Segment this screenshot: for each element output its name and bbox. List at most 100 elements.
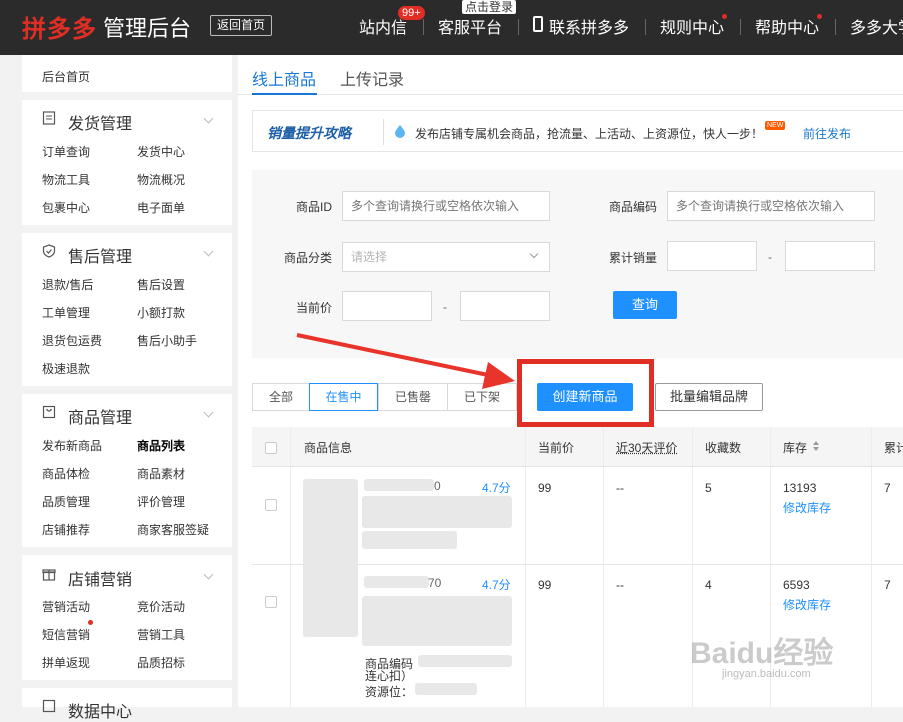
chevron-down-icon[interactable]	[203, 246, 214, 257]
sidebar-item-new-product[interactable]: 发布新商品	[42, 437, 102, 454]
sales-max-input[interactable]	[785, 241, 875, 271]
help-notification-dot	[817, 14, 822, 19]
row-stock: 6593	[783, 578, 810, 592]
row-divider	[252, 466, 903, 467]
sidebar-item-after-sales-settings[interactable]: 售后设置	[137, 276, 185, 293]
sidebar-item-product-list[interactable]: 商品列表	[137, 437, 185, 454]
droplet-icon	[395, 125, 405, 138]
price-label: 当前价	[295, 301, 332, 315]
sidebar-item-home[interactable]: 后台首页	[42, 68, 90, 85]
query-button[interactable]: 查询	[613, 291, 677, 319]
logo-brand[interactable]: 拼多多	[22, 9, 97, 44]
new-badge: NEW	[765, 121, 786, 130]
row-reviews: --	[616, 578, 624, 592]
highlight-box	[517, 359, 654, 427]
row-favorites: 4	[705, 578, 712, 592]
row-sales: 7	[884, 578, 891, 592]
sales-label: 累计销量	[608, 251, 657, 265]
sidebar-item-order-query[interactable]: 订单查询	[42, 143, 90, 160]
promo-banner: 销量提升攻略 发布店铺专属机会商品，抢流量、上活动、上资源位，快人一步！ NEW…	[252, 110, 903, 152]
sidebar-item-quality-bidding[interactable]: 品质招标	[137, 654, 185, 671]
column-divider	[871, 427, 872, 707]
sidebar-item-shipping-center[interactable]: 发货中心	[137, 143, 185, 160]
sidebar-item-tickets[interactable]: 工单管理	[42, 304, 90, 321]
row-checkbox[interactable]	[265, 499, 277, 511]
chevron-down-icon[interactable]	[203, 113, 214, 124]
sidebar-item-product-materials[interactable]: 商品素材	[137, 465, 185, 482]
column-header-reviews[interactable]: 近30天评价	[616, 439, 677, 456]
row-sales: 7	[884, 481, 891, 495]
sidebar-item-product-checkup[interactable]: 商品体检	[42, 465, 90, 482]
nav-customer-service[interactable]: 客服平台	[438, 14, 502, 38]
nav-contact[interactable]: 联系拼多多	[549, 14, 629, 38]
chevron-down-icon[interactable]	[203, 569, 214, 580]
rules-notification-dot	[722, 14, 727, 19]
sort-icon[interactable]	[812, 440, 820, 452]
nav-help[interactable]: 帮助中心	[755, 14, 819, 38]
tab-upload-records[interactable]: 上传记录	[340, 66, 404, 90]
sidebar-item-logistics-overview[interactable]: 物流概况	[137, 171, 185, 188]
sales-min-input[interactable]	[667, 241, 757, 271]
sidebar-item-quality[interactable]: 品质管理	[42, 493, 90, 510]
nav-divider	[740, 19, 741, 35]
sidebar-section-after-sales[interactable]: 售后管理	[68, 243, 132, 267]
back-home-button[interactable]: 返回首页	[210, 15, 272, 36]
sidebar-section-marketing[interactable]: 店铺营销	[68, 566, 132, 590]
range-dash: -	[443, 300, 447, 314]
sidebar-divider	[22, 386, 232, 394]
product-code-input[interactable]	[667, 191, 875, 221]
sidebar-item-cs-sign[interactable]: 商家客服签疑	[137, 521, 209, 538]
sidebar-section-shipping[interactable]: 发货管理	[68, 110, 132, 134]
edit-stock-link[interactable]: 修改库存	[783, 499, 831, 516]
product-score[interactable]: 4.7分	[482, 479, 511, 496]
sidebar-item-bidding[interactable]: 竞价活动	[137, 598, 185, 615]
sidebar-item-store-recommend[interactable]: 店铺推荐	[42, 521, 90, 538]
tab-delisted[interactable]: 已下架	[447, 383, 517, 411]
sidebar-item-small-payment[interactable]: 小额打款	[137, 304, 185, 321]
tab-all[interactable]: 全部	[252, 383, 310, 411]
sidebar-item-package-center[interactable]: 包裹中心	[42, 199, 90, 216]
product-image[interactable]	[303, 479, 358, 637]
price-max-input[interactable]	[460, 291, 550, 321]
sidebar-item-return-shipping[interactable]: 退货包运费	[42, 332, 102, 349]
logo-title: 管理后台	[103, 16, 192, 41]
tab-on-sale[interactable]: 在售中	[309, 383, 378, 411]
bag-icon	[42, 405, 56, 419]
product-score[interactable]: 4.7分	[482, 576, 511, 593]
product-code-blurred	[418, 655, 512, 667]
sidebar-section-products[interactable]: 商品管理	[68, 404, 132, 428]
price-min-input[interactable]	[342, 291, 432, 321]
nav-divider	[518, 19, 519, 35]
sidebar-item-marketing-tools[interactable]: 营销工具	[137, 626, 185, 643]
nav-divider	[835, 19, 836, 35]
sidebar-item-after-sales-assistant[interactable]: 售后小助手	[137, 332, 197, 349]
sidebar-item-reviews[interactable]: 评价管理	[137, 493, 185, 510]
tab-sold-out[interactable]: 已售罄	[378, 383, 448, 411]
sidebar-item-sms-marketing[interactable]: 短信营销	[42, 626, 90, 643]
column-header-stock[interactable]: 库存	[783, 439, 807, 456]
product-id-input[interactable]	[342, 191, 550, 221]
sidebar-item-e-waybill[interactable]: 电子面单	[137, 199, 185, 216]
sidebar-divider	[22, 225, 232, 233]
sidebar-section-data[interactable]: 数据中心	[68, 698, 132, 722]
sidebar-item-marketing-activities[interactable]: 营销活动	[42, 598, 90, 615]
promo-link[interactable]: 前往发布	[803, 125, 851, 142]
category-select[interactable]: 请选择	[342, 242, 550, 272]
range-dash: -	[768, 250, 772, 264]
row-reviews: --	[616, 481, 624, 495]
edit-stock-link[interactable]: 修改库存	[783, 596, 831, 613]
sidebar-item-fast-refund[interactable]: 极速退款	[42, 360, 90, 377]
select-all-checkbox[interactable]	[265, 442, 277, 454]
sidebar-item-logistics-tools[interactable]: 物流工具	[42, 171, 90, 188]
sidebar-item-cashback[interactable]: 拼单返现	[42, 654, 90, 671]
nav-university[interactable]: 多多大学	[850, 14, 903, 38]
product-id-label: 商品ID	[295, 200, 332, 214]
chevron-down-icon[interactable]	[203, 407, 214, 418]
row-checkbox[interactable]	[265, 596, 277, 608]
batch-edit-brand-button[interactable]: 批量编辑品牌	[655, 383, 763, 411]
login-tooltip[interactable]: 点击登录	[462, 0, 517, 14]
tab-online-products[interactable]: 线上商品	[252, 66, 316, 90]
nav-rules[interactable]: 规则中心	[660, 14, 724, 38]
resource-label: 资源位：	[365, 685, 414, 699]
sidebar-item-refunds[interactable]: 退款/售后	[42, 276, 93, 293]
